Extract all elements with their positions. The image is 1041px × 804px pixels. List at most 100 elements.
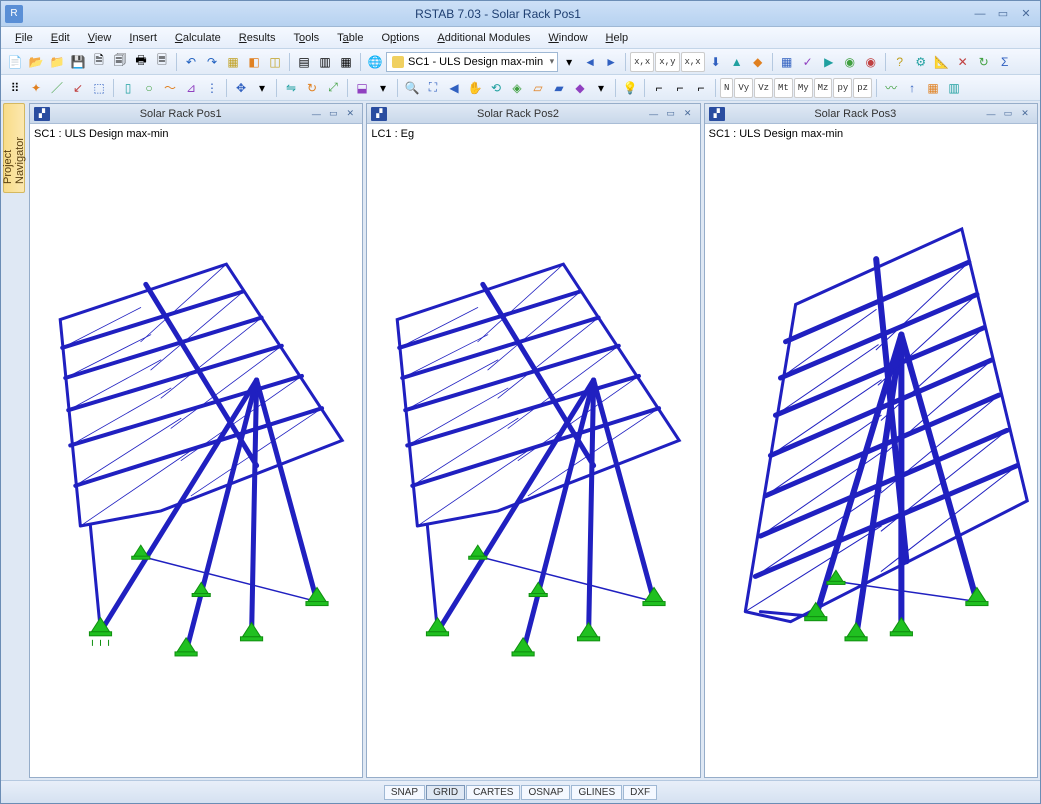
new-file-icon[interactable]: 📄 [5,52,25,72]
nav-next-icon[interactable]: ► [601,52,621,72]
member2-icon[interactable]: ↙ [68,78,88,98]
view-maximize-button[interactable]: ▭ [325,107,341,121]
force-py-icon[interactable]: py [833,78,852,98]
view-minimize-button[interactable]: — [983,107,999,121]
status-glines[interactable]: GLINES [571,785,622,800]
view-maximize-button[interactable]: ▭ [1000,107,1016,121]
new-view-icon[interactable]: ◫ [265,52,285,72]
workplane-icon[interactable]: ◧ [244,52,264,72]
status-grid[interactable]: GRID [426,785,465,800]
view-canvas[interactable]: LC1 : Eg [367,124,699,777]
angle3-icon[interactable]: ⌐ [691,78,711,98]
mirror-icon[interactable]: ⇋ [281,78,301,98]
list-icon[interactable]: ▤ [294,52,314,72]
status-osnap[interactable]: OSNAP [521,785,570,800]
save-icon[interactable]: 💾 [68,52,88,72]
light-icon[interactable]: 💡 [620,78,640,98]
highlight-icon[interactable]: ▦ [223,52,243,72]
menu-table[interactable]: Table [329,30,371,46]
calc-all-icon[interactable]: Σ [995,52,1015,72]
table-icon[interactable]: ▦ [923,78,943,98]
grip-icon[interactable]: ⠿ [5,78,25,98]
move-icon[interactable]: ✥ [231,78,251,98]
menu-calculate[interactable]: Calculate [167,30,229,46]
loadcase-combo[interactable]: SC1 - ULS Design max-min [386,52,558,72]
view-close-button[interactable]: ✕ [342,107,358,121]
dropdown4-icon[interactable]: ▾ [591,78,611,98]
force-pz-icon[interactable]: pz [853,78,872,98]
rotate3d-icon[interactable]: ⟲ [486,78,506,98]
settings-icon[interactable]: ⚙ [911,52,931,72]
menu-insert[interactable]: Insert [121,30,165,46]
project-navigator-tab[interactable]: Project Navigator [3,103,25,193]
status-dxf[interactable]: DXF [623,785,657,800]
rotate-icon[interactable]: ↻ [302,78,322,98]
menu-edit[interactable]: Edit [43,30,78,46]
menu-window[interactable]: Window [540,30,595,46]
scale-icon[interactable]: ⤢ [323,78,343,98]
view-canvas[interactable]: SC1 : ULS Design max-min [705,124,1037,777]
minimize-button[interactable]: — [970,5,990,23]
palette-icon[interactable]: ▥ [944,78,964,98]
stop-icon[interactable]: ◉ [861,52,881,72]
zoom-win-icon[interactable]: 🔍 [402,78,422,98]
material-icon[interactable]: ◆ [748,52,768,72]
open-recent-icon[interactable]: 📁 [47,52,67,72]
dropdown3-icon[interactable]: ▾ [373,78,393,98]
zoom-prev-icon[interactable]: ◀ [444,78,464,98]
result-icon[interactable]: ◉ [840,52,860,72]
axis-x-icon[interactable]: ✕ [953,52,973,72]
menu-view[interactable]: View [80,30,120,46]
force-vz-icon[interactable]: Vz [754,78,773,98]
set-icon[interactable]: ⬚ [89,78,109,98]
react-icon[interactable]: ↑ [902,78,922,98]
view-canvas[interactable]: SC1 : ULS Design max-min [30,124,362,777]
force-vy-icon[interactable]: Vy [734,78,753,98]
tree-icon[interactable]: ▥ [315,52,335,72]
support-icon[interactable]: ▲ [727,52,747,72]
maximize-button[interactable]: ▭ [993,5,1013,23]
help-icon[interactable]: ? [890,52,910,72]
filter-xxt-icon[interactable]: x,x [681,52,705,72]
force-my-icon[interactable]: My [794,78,813,98]
load-icon[interactable]: ⬇ [706,52,726,72]
check-icon[interactable]: ✓ [798,52,818,72]
redo-icon[interactable]: ↷ [202,52,222,72]
force-n-icon[interactable]: N [720,78,733,98]
zoom-all-icon[interactable]: ⛶ [423,78,443,98]
wireframe-icon[interactable]: ▱ [528,78,548,98]
member-icon[interactable]: ／ [47,78,67,98]
extrude-icon[interactable]: ⬓ [352,78,372,98]
force-mt-icon[interactable]: Mt [774,78,793,98]
measure-icon[interactable]: 📐 [932,52,952,72]
undo-icon[interactable]: ↶ [181,52,201,72]
print-preview-icon[interactable]: 🗏 [152,52,172,72]
copy-icon[interactable]: 🗐 [110,52,130,72]
props-icon[interactable]: ▦ [336,52,356,72]
menu-tools[interactable]: Tools [285,30,327,46]
pan-icon[interactable]: ✋ [465,78,485,98]
status-cartes[interactable]: CARTES [466,785,520,800]
hinge-icon[interactable]: ○ [139,78,159,98]
view-maximize-button[interactable]: ▭ [663,107,679,121]
run-icon[interactable]: ▶ [819,52,839,72]
menu-results[interactable]: Results [231,30,284,46]
print-icon[interactable]: 🖶 [131,52,151,72]
close-button[interactable]: ✕ [1016,5,1036,23]
solid-icon[interactable]: ▰ [549,78,569,98]
menu-options[interactable]: Options [373,30,427,46]
globe-icon[interactable]: 🌐 [365,52,385,72]
open-folder-icon[interactable]: 📂 [26,52,46,72]
cs-icon[interactable]: ▯ [118,78,138,98]
status-snap[interactable]: SNAP [384,785,425,800]
filter-xx-icon[interactable]: x,x [630,52,654,72]
ecc-icon[interactable]: ⊿ [181,78,201,98]
menu-modules[interactable]: Additional Modules [429,30,538,46]
angle1-icon[interactable]: ⌐ [649,78,669,98]
view-minimize-button[interactable]: — [308,107,324,121]
node-icon[interactable]: ✦ [26,78,46,98]
div-icon[interactable]: ⋮ [202,78,222,98]
render-icon[interactable]: ◆ [570,78,590,98]
menu-file[interactable]: File [7,30,41,46]
nav-prev-icon[interactable]: ◄ [580,52,600,72]
